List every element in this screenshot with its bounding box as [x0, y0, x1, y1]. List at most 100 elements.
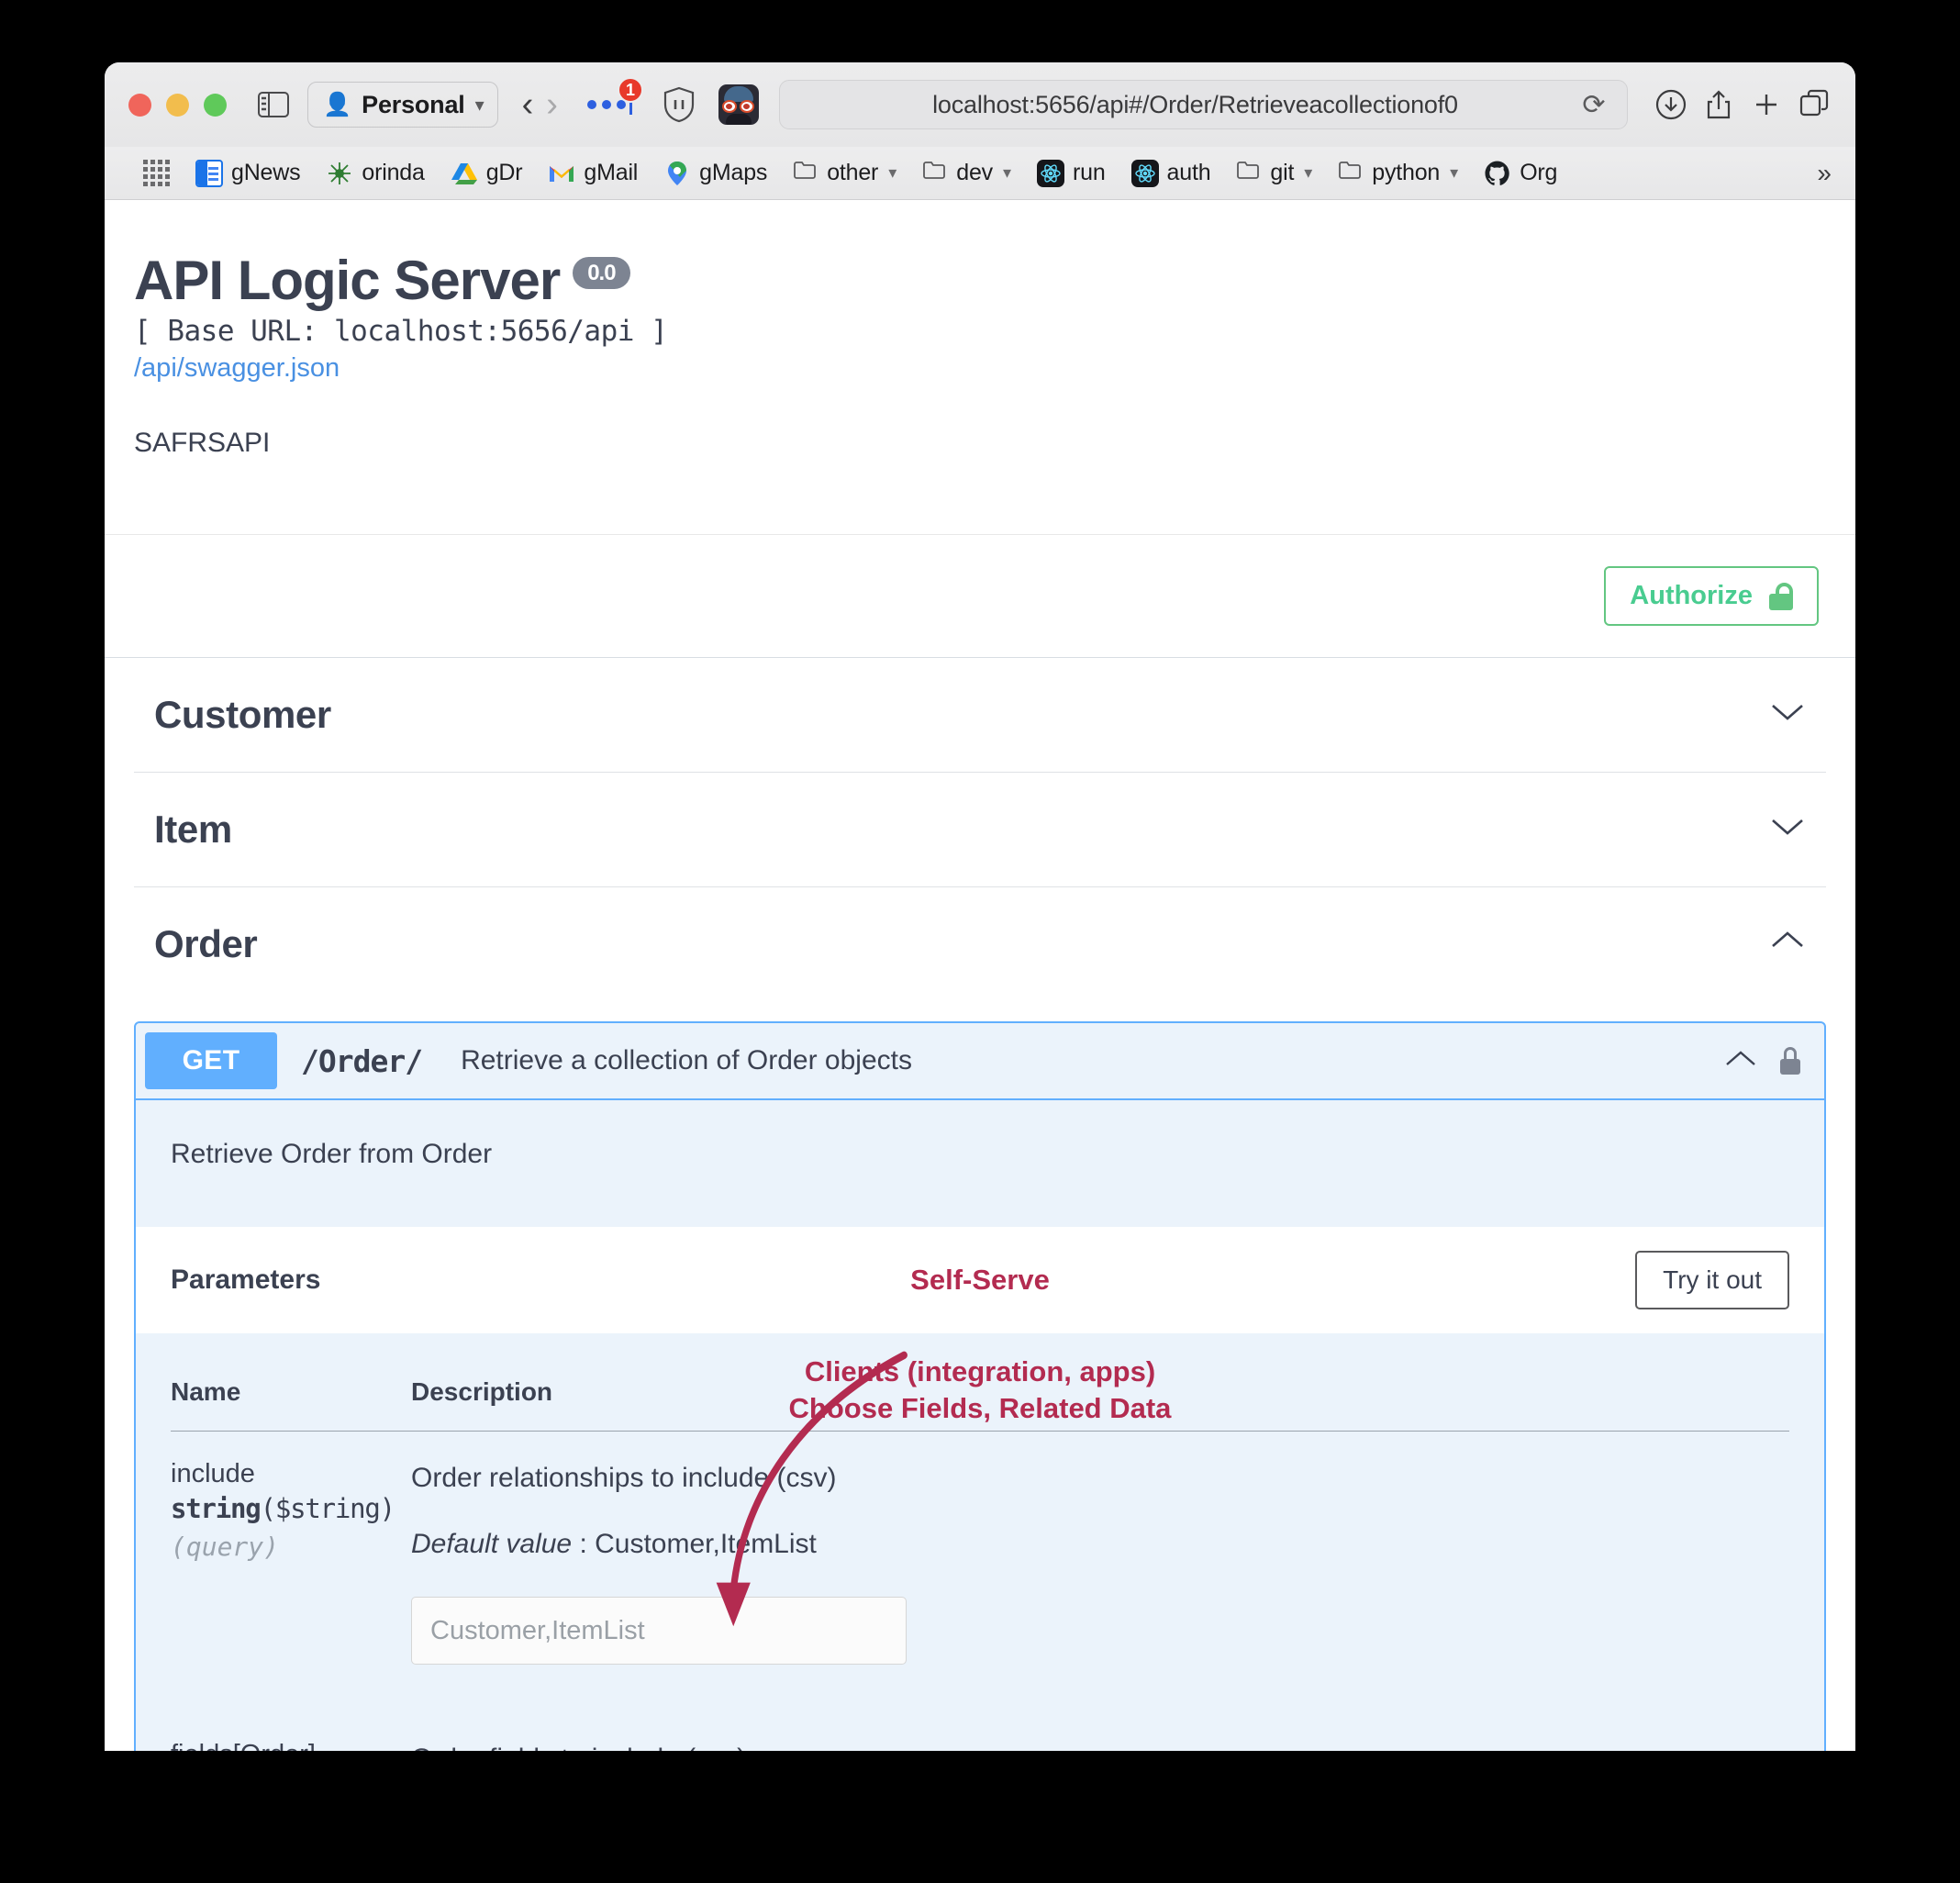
profile-label: Personal: [362, 91, 464, 119]
bookmark-label: gMaps: [699, 160, 767, 186]
parameter-default: Default value : Customer,ItemList: [411, 1529, 1789, 1560]
gdrive-icon: [451, 160, 478, 187]
chevron-up-icon[interactable]: [1769, 929, 1806, 960]
tag-label: Customer: [154, 693, 331, 737]
chevron-up-icon[interactable]: [1723, 1048, 1758, 1075]
close-window-button[interactable]: [128, 94, 151, 117]
toolbar-right-actions: [1650, 85, 1835, 124]
operation-summary-row[interactable]: GET /Order/ Retrieve a collection of Ord…: [136, 1023, 1824, 1098]
operation-note: Retrieve Order from Order: [136, 1100, 1824, 1170]
bookmark-label: gMail: [584, 160, 638, 186]
bookmark-label: dev: [956, 160, 993, 186]
default-label: Default value: [411, 1529, 572, 1559]
bookmark-folder-git[interactable]: git ▾: [1223, 155, 1325, 191]
avatar-extension-icon[interactable]: [718, 84, 759, 125]
orinda-icon: [326, 160, 353, 187]
parameter-type-format: ($string): [261, 1493, 395, 1524]
forward-button[interactable]: ›: [546, 87, 558, 122]
sidebar-toggle-icon[interactable]: [252, 85, 295, 124]
maximize-window-button[interactable]: [204, 94, 227, 117]
parameters-title: Parameters: [171, 1265, 320, 1296]
react-icon: [1037, 160, 1064, 187]
gnews-icon: [195, 160, 223, 187]
downloads-icon[interactable]: [1650, 85, 1692, 124]
gmail-icon: [548, 160, 575, 187]
operation-path: /Order/: [301, 1043, 422, 1079]
http-method-badge: GET: [145, 1032, 277, 1089]
annotation-self-serve: Self-Serve: [136, 1264, 1824, 1297]
bookmark-gmail[interactable]: gMail: [535, 156, 651, 191]
bookmark-gmaps[interactable]: gMaps: [651, 156, 780, 191]
bookmark-label: gDr: [486, 160, 523, 186]
parameters-table: Clients (integration, apps) Choose Field…: [136, 1333, 1824, 1751]
parameters-header: Parameters Self-Serve Try it out: [136, 1227, 1824, 1333]
profile-selector[interactable]: 👤 Personal ▾: [307, 82, 498, 128]
chevron-down-icon[interactable]: [1769, 814, 1806, 845]
share-icon[interactable]: [1698, 85, 1740, 124]
unlock-icon: [1769, 583, 1793, 610]
address-bar[interactable]: localhost:5656/api#/Order/Retrieveacolle…: [779, 80, 1628, 129]
chevron-down-icon: ▾: [888, 163, 896, 183]
extension-dots-button[interactable]: 1: [587, 95, 632, 115]
parameter-type-base: string: [171, 1493, 261, 1524]
back-button[interactable]: ‹: [522, 87, 534, 122]
lock-icon[interactable]: [1780, 1047, 1800, 1075]
apps-grid-button[interactable]: [130, 156, 183, 190]
folder-icon: [1338, 159, 1364, 187]
parameter-name-cell: fields[Order] string($string) (query): [171, 1740, 411, 1751]
bookmark-org[interactable]: Org: [1471, 156, 1570, 191]
tag-section-item[interactable]: Item: [134, 773, 1826, 887]
swagger-json-link[interactable]: /api/swagger.json: [134, 353, 340, 384]
tag-section-order[interactable]: Order: [134, 887, 1826, 1001]
chevron-down-icon: ▾: [1450, 163, 1458, 183]
folder-icon: [793, 159, 819, 187]
parameter-description: Order relationships to include (csv): [411, 1463, 1789, 1494]
bookmark-orinda[interactable]: orinda: [313, 156, 437, 191]
parameter-description-cell: Order relationships to include (csv) Def…: [411, 1459, 1789, 1665]
avatar-glasses-icon: [722, 100, 754, 113]
parameter-name-cell: include string($string) (query): [171, 1459, 411, 1665]
authorize-button[interactable]: Authorize: [1604, 566, 1819, 626]
tab-overview-icon[interactable]: [1793, 85, 1835, 124]
bookmark-gdr[interactable]: gDr: [438, 156, 536, 191]
grid-icon: [143, 160, 170, 186]
shield-pause-icon[interactable]: [658, 85, 700, 124]
parameter-location: (query): [171, 1532, 396, 1562]
bookmarks-overflow-button[interactable]: »: [1817, 159, 1837, 188]
bookmark-folder-python[interactable]: python ▾: [1325, 155, 1471, 191]
bookmark-auth[interactable]: auth: [1119, 156, 1224, 191]
bookmark-label: auth: [1167, 160, 1211, 186]
tag-list: Customer Item Order: [105, 658, 1855, 1001]
parameter-name: fields[Order]: [171, 1740, 396, 1751]
bookmark-label: run: [1073, 160, 1106, 186]
bookmark-label: git: [1270, 160, 1294, 186]
browser-toolbar: 👤 Personal ▾ ‹ › 1: [105, 62, 1855, 147]
new-tab-icon[interactable]: [1745, 85, 1787, 124]
minimize-window-button[interactable]: [166, 94, 189, 117]
try-it-out-button[interactable]: Try it out: [1635, 1251, 1789, 1309]
person-icon: 👤: [323, 94, 351, 117]
parameter-description-cell: Order fields to include (csv) Default va…: [411, 1740, 1789, 1751]
parameter-row-fields-order: fields[Order] string($string) (query) Or…: [171, 1712, 1789, 1751]
authorize-label: Authorize: [1630, 581, 1753, 611]
parameters-table-header: Name Description: [171, 1333, 1789, 1432]
chevron-down-icon: ▾: [1003, 163, 1011, 183]
bookmark-label: other: [827, 160, 878, 186]
include-input[interactable]: Customer,ItemList: [411, 1597, 907, 1665]
column-header-description: Description: [411, 1377, 1789, 1407]
bookmark-run[interactable]: run: [1024, 156, 1119, 191]
bookmark-gnews[interactable]: gNews: [183, 156, 313, 191]
tag-section-customer[interactable]: Customer: [134, 658, 1826, 773]
reload-icon[interactable]: ⟳: [1576, 89, 1612, 121]
navigation-arrows: ‹ ›: [522, 87, 558, 122]
dots-icon: [587, 100, 626, 109]
version-badge: 0.0: [573, 257, 629, 289]
bookmark-label: orinda: [362, 160, 424, 186]
bookmark-folder-dev[interactable]: dev ▾: [909, 155, 1024, 191]
chevron-down-icon[interactable]: [1769, 699, 1806, 730]
api-description: SAFRSAPI: [134, 428, 1819, 459]
parameter-description: Order fields to include (csv): [411, 1744, 1789, 1751]
parameter-type: string($string): [171, 1493, 396, 1524]
operation-summary-text: Retrieve a collection of Order objects: [461, 1045, 912, 1076]
bookmark-folder-other[interactable]: other ▾: [780, 155, 909, 191]
